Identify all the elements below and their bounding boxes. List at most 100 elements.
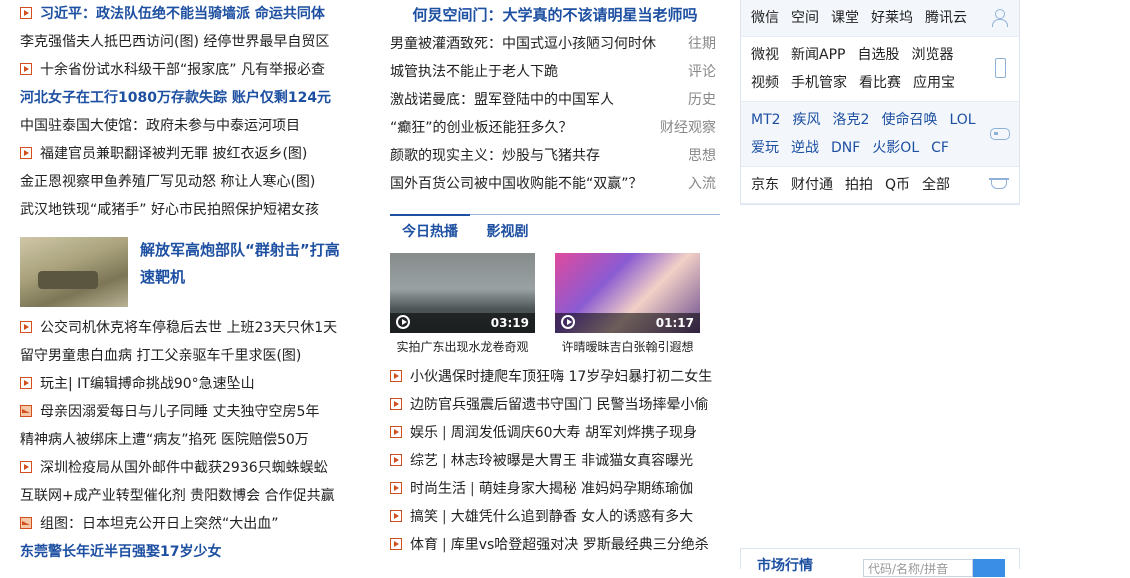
quick-link[interactable]: 逆战 (791, 140, 819, 156)
news-link-text[interactable]: 深圳检疫局从国外邮件中截获2936只蜘蛛蜈蚣 (40, 460, 328, 476)
news-link-text[interactable]: 周润发低调庆60大寿 胡军刘烨携子现身 (451, 425, 697, 441)
category-label[interactable]: 财经观察 (660, 114, 716, 142)
stock-search-input[interactable]: 代码/名称/拼音 (863, 559, 973, 577)
news-link[interactable]: 激战诺曼底：盟军登陆中的中国军人 历史 (390, 86, 720, 114)
news-link-text[interactable]: 小伙遇保时捷爬车顶狂嗨 17岁孕妇暴打初二女生 (410, 369, 712, 385)
quick-link[interactable]: CF (931, 140, 949, 156)
news-link-text[interactable]: 大雄凭什么追到静香 女人的诱惑有多大 (451, 509, 693, 525)
cup-icon[interactable] (989, 176, 1011, 194)
category-label[interactable]: 搞笑 (410, 509, 438, 525)
quick-link[interactable]: 微视 (751, 47, 779, 63)
news-link[interactable]: 河北女子在工行1080万存款失踪 账户仅剩124元 (20, 84, 350, 112)
quick-link[interactable]: Q币 (885, 177, 910, 193)
news-link[interactable]: 颜歌的现实主义：炒股与飞猪共存 思想 (390, 142, 720, 170)
news-link[interactable]: 综艺 | 林志玲被曝是大胃王 非诚猫女真容曝光 (390, 447, 720, 475)
video-thumbnail[interactable]: 03:19 (390, 253, 535, 333)
quick-link[interactable]: 课堂 (831, 10, 859, 26)
news-link[interactable]: 互联网+成产业转型催化剂 贵阳数博会 合作促共赢 (20, 482, 350, 510)
news-link[interactable]: 东莞警长年近半百强娶17岁少女 (20, 538, 350, 566)
news-link-text[interactable]: 玩主| IT编辑搏命挑战90°急速坠山 (40, 376, 255, 392)
news-link-text[interactable]: 中国驻泰国大使馆：政府未参与中泰运河项目 (20, 118, 300, 134)
quick-link[interactable]: 手机管家 (791, 75, 847, 91)
category-label[interactable]: 往期 (688, 30, 716, 58)
quick-link[interactable]: 视频 (751, 75, 779, 91)
quick-link[interactable]: 疾风 (793, 112, 821, 128)
quick-link[interactable]: 拍拍 (845, 177, 873, 193)
news-link-text[interactable]: 十余省份试水科级干部“报家底” 凡有举报必查 (40, 62, 325, 78)
news-link-text[interactable]: 精神病人被绑床上遭“病友”掐死 医院赔偿50万 (20, 432, 309, 448)
news-link-text[interactable]: 习近平：政法队伍绝不能当骑墙派 命运共同体 (40, 6, 325, 22)
news-link-text[interactable]: 城管执法不能止于老人下跪 (390, 64, 558, 80)
news-link-text[interactable]: 福建官员兼职翻译被判无罪 披红衣返乡(图) (40, 146, 307, 162)
news-link[interactable]: 玩主| IT编辑搏命挑战90°急速坠山 (20, 370, 350, 398)
user-icon[interactable] (989, 9, 1011, 27)
category-label[interactable]: 综艺 (410, 453, 438, 469)
news-link-text[interactable]: 组图：日本坦克公开日上突然“大出血” (40, 516, 279, 532)
news-link[interactable]: 男童被灌酒致死：中国式逗小孩陋习何时休 往期 (390, 30, 720, 58)
news-link-text[interactable]: 库里vs哈登超强对决 罗斯最经典三分绝杀 (451, 537, 709, 553)
news-link[interactable]: 留守男童患白血病 打工父亲驱车千里求医(图) (20, 342, 350, 370)
feature-title[interactable]: 解放军高炮部队“群射击”打高速靶机 (140, 237, 350, 291)
quick-link[interactable]: DNF (831, 140, 860, 156)
news-link-text[interactable]: 林志玲被曝是大胃王 非诚猫女真容曝光 (451, 453, 693, 469)
news-link[interactable]: 国外百货公司被中国收购能不能“双赢”？ 入流 (390, 170, 720, 198)
middle-headline[interactable]: 何炅空间门：大学真的不该请明星当老师吗 (390, 0, 720, 30)
news-link[interactable]: 金正恩视察甲鱼养殖厂写见动怒 称让人寒心(图) (20, 168, 350, 196)
news-link-text[interactable]: 金正恩视察甲鱼养殖厂写见动怒 称让人寒心(图) (20, 174, 315, 190)
quick-link[interactable]: 财付通 (791, 177, 833, 193)
category-label[interactable]: 历史 (688, 86, 716, 114)
feature-thumbnail[interactable] (20, 237, 128, 307)
category-label[interactable]: 体育 (410, 537, 438, 553)
news-link[interactable]: 城管执法不能止于老人下跪 评论 (390, 58, 720, 86)
news-link[interactable]: 李克强偕夫人抵巴西访问(图) 经停世界最早自贸区 (20, 28, 350, 56)
news-link[interactable]: 体育 | 库里vs哈登超强对决 罗斯最经典三分绝杀 (390, 531, 720, 559)
news-link[interactable]: 精神病人被绑床上遭“病友”掐死 医院赔偿50万 (20, 426, 350, 454)
category-label[interactable]: 评论 (688, 58, 716, 86)
news-link[interactable]: 十余省份试水科级干部“报家底” 凡有举报必查 (20, 56, 350, 84)
video-thumbnail[interactable]: 01:17 (555, 253, 700, 333)
news-link-text[interactable]: 男童被灌酒致死：中国式逗小孩陋习何时休 (390, 36, 656, 52)
news-link[interactable]: 福建官员兼职翻译被判无罪 披红衣返乡(图) (20, 140, 350, 168)
news-link-text[interactable]: 互联网+成产业转型催化剂 贵阳数博会 合作促共赢 (20, 488, 335, 504)
quick-link[interactable]: 空间 (791, 10, 819, 26)
news-link[interactable]: 母亲因溺爱每日与儿子同睡 丈夫独守空房5年 (20, 398, 350, 426)
search-button[interactable] (973, 559, 1005, 577)
quick-link[interactable]: MT2 (751, 112, 781, 128)
news-link[interactable]: 娱乐 | 周润发低调庆60大寿 胡军刘烨携子现身 (390, 419, 720, 447)
quick-link[interactable]: 火影OL (872, 140, 919, 156)
quick-link[interactable]: 新闻APP (791, 47, 845, 63)
video-caption[interactable]: 实拍广东出现水龙卷奇观 (390, 333, 535, 361)
news-link[interactable]: 习近平：政法队伍绝不能当骑墙派 命运共同体 (20, 0, 350, 28)
phone-icon[interactable] (989, 58, 1011, 78)
quick-link[interactable]: 京东 (751, 177, 779, 193)
feature-news[interactable]: 解放军高炮部队“群射击”打高速靶机 (20, 237, 350, 327)
quick-link[interactable]: 使命召唤 (881, 112, 937, 128)
quick-link[interactable]: 腾讯云 (925, 10, 967, 26)
quick-link[interactable]: 好莱坞 (871, 10, 913, 26)
news-link-text[interactable]: 留守男童患白血病 打工父亲驱车千里求医(图) (20, 348, 301, 364)
quick-link[interactable]: 看比赛 (859, 75, 901, 91)
category-label[interactable]: 思想 (688, 142, 716, 170)
category-label[interactable]: 入流 (688, 170, 716, 198)
quick-link[interactable]: LOL (949, 112, 975, 128)
quick-link[interactable]: 爱玩 (751, 140, 779, 156)
tab-tv-series[interactable]: 影视剧 (474, 216, 540, 248)
news-link[interactable]: 组图：日本坦克公开日上突然“大出血” (20, 510, 350, 538)
news-link[interactable]: 小伙遇保时捷爬车顶狂嗨 17岁孕妇暴打初二女生 (390, 363, 720, 391)
quick-link[interactable]: 自选股 (857, 47, 899, 63)
news-link-text[interactable]: 武汉地铁现“咸猪手” 好心市民拍照保护短裙女孩 (20, 202, 319, 218)
news-link-text[interactable]: 河北女子在工行1080万存款失踪 账户仅剩124元 (20, 90, 331, 106)
news-link[interactable]: “癫狂”的创业板还能狂多久？ 财经观察 (390, 114, 720, 142)
video-item[interactable]: 01:17 许晴暧昧吉白张翰引遐想 (555, 253, 700, 361)
video-item[interactable]: 03:19 实拍广东出现水龙卷奇观 (390, 253, 535, 361)
play-icon[interactable] (561, 315, 575, 329)
news-link[interactable]: 时尚生活 | 萌娃身家大揭秘 准妈妈孕期练瑜伽 (390, 475, 720, 503)
news-link-text[interactable]: 国外百货公司被中国收购能不能“双赢”？ (390, 176, 643, 192)
news-link-text[interactable]: 颜歌的现实主义：炒股与飞猪共存 (390, 148, 600, 164)
news-link-text[interactable]: 李克强偕夫人抵巴西访问(图) 经停世界最早自贸区 (20, 34, 329, 50)
quick-link[interactable]: 全部 (922, 177, 950, 193)
news-link[interactable]: 搞笑 | 大雄凭什么追到静香 女人的诱惑有多大 (390, 503, 720, 531)
news-link-text[interactable]: 边防官兵强震后留遗书守国门 民警当场摔晕小偷 (410, 397, 708, 413)
news-link[interactable]: 武汉地铁现“咸猪手” 好心市民拍照保护短裙女孩 (20, 196, 350, 224)
quick-link[interactable]: 微信 (751, 10, 779, 26)
